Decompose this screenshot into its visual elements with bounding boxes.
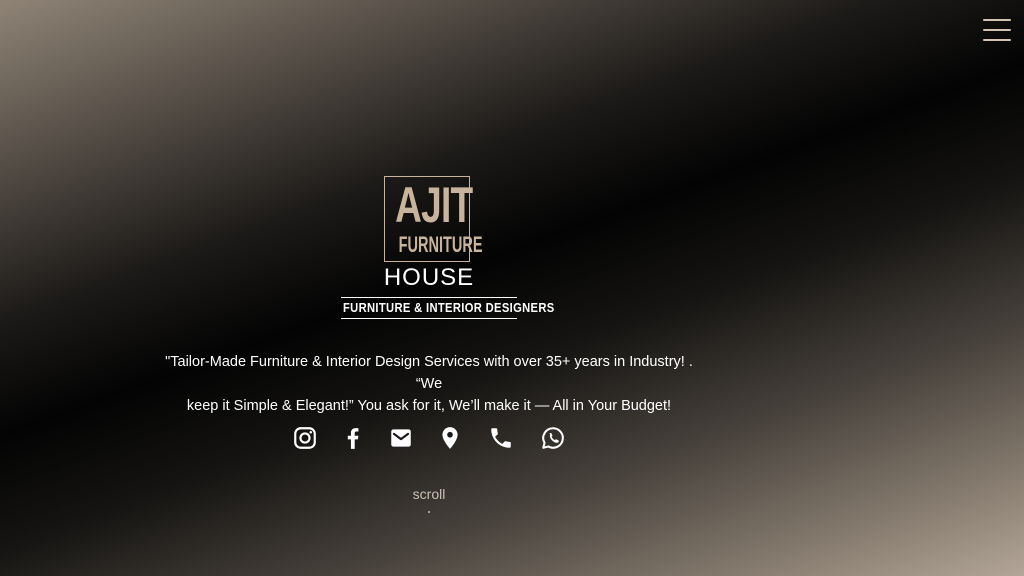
menu-line <box>983 29 1011 31</box>
logo-main-text: AJIT <box>395 177 473 233</box>
hero-description-line: keep it Simple & Elegant!” You ask for i… <box>186 398 672 414</box>
hero-description-line: "Tailor-Made Furniture & Interior Design… <box>165 354 693 392</box>
logo-divider-top <box>341 297 517 298</box>
hero-description: "Tailor-Made Furniture & Interior Design… <box>150 351 708 417</box>
menu-line <box>983 19 1011 21</box>
scroll-indicator-label[interactable]: scroll <box>389 485 469 503</box>
whatsapp-icon[interactable] <box>540 425 566 451</box>
hamburger-menu-icon[interactable] <box>983 18 1011 42</box>
logo-divider-bottom <box>341 318 517 319</box>
logo-text-box: AJIT FURNITURE <box>384 176 483 262</box>
location-pin-icon[interactable] <box>437 425 463 451</box>
phone-icon[interactable] <box>488 425 514 451</box>
instagram-icon[interactable] <box>292 425 318 451</box>
social-links <box>288 425 574 451</box>
facebook-icon[interactable] <box>340 425 366 451</box>
logo-house-text: HOUSE <box>383 264 475 291</box>
email-icon[interactable] <box>388 425 414 451</box>
logo-tagline: FURNITURE & INTERIOR DESIGNERS <box>343 300 555 315</box>
logo-sub-text: FURNITURE <box>398 232 483 257</box>
scroll-indicator-dot <box>428 511 430 513</box>
brand-logo[interactable]: AJIT FURNITURE HOUSE FURNITURE & INTERIO… <box>341 176 555 322</box>
menu-line <box>983 39 1011 41</box>
